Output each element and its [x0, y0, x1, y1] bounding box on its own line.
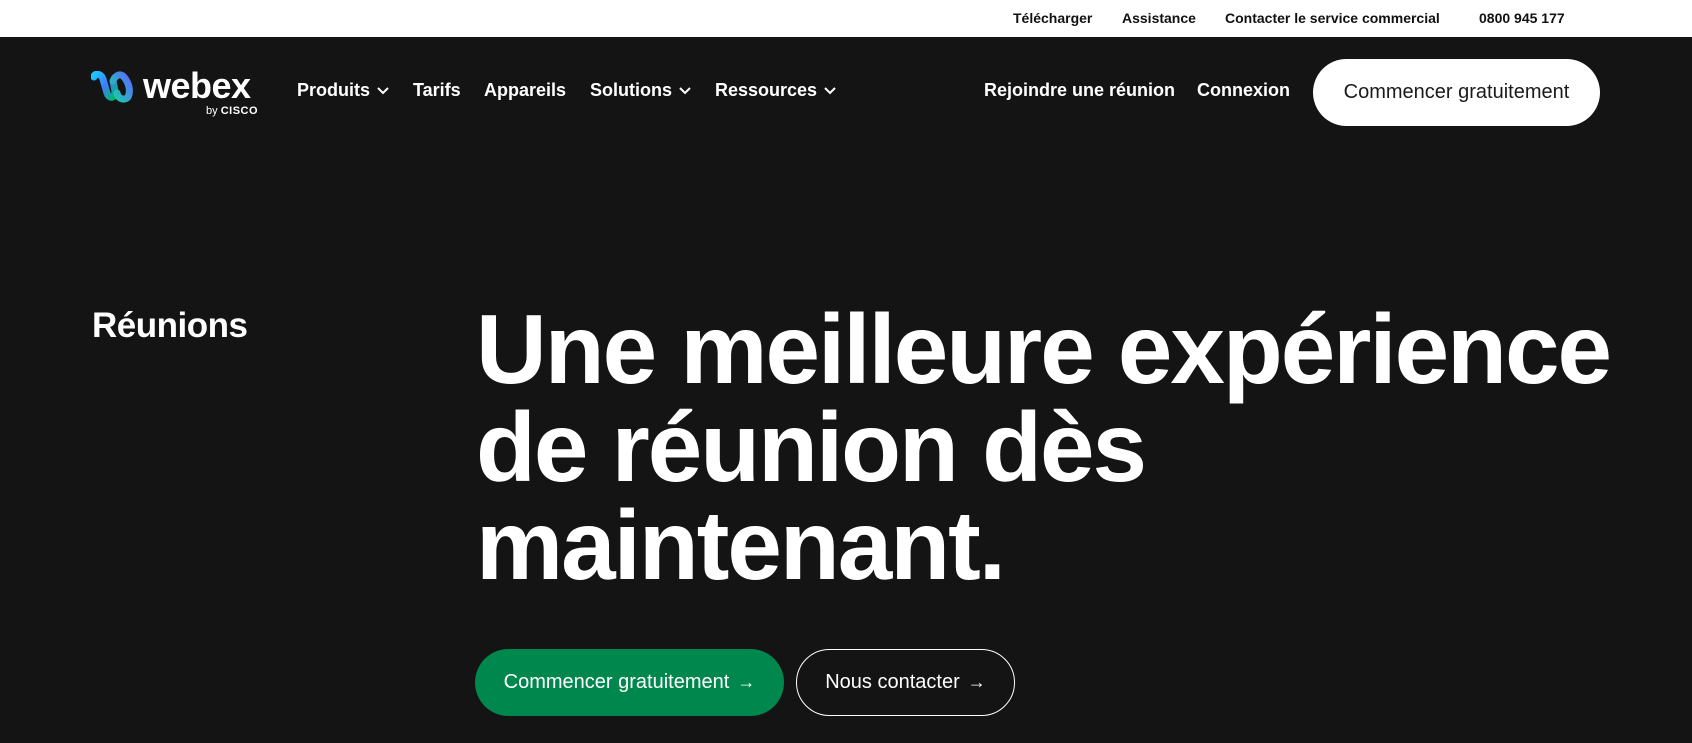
hero-headline: Une meilleure expérience de réunion dès … [476, 300, 1626, 594]
nav-item-produits[interactable]: Produits [297, 80, 390, 100]
hero-headline-line: de réunion dès [476, 392, 1147, 502]
utility-bar: Télécharger Assistance Contacter le serv… [0, 0, 1692, 37]
logo-wordmark: webex [143, 65, 251, 106]
nav-item-ressources[interactable]: Ressources [715, 80, 837, 100]
phone-link[interactable]: 0800 945 177 [1479, 10, 1565, 26]
nav-item-label: Solutions [590, 80, 672, 100]
nav-item-tarifs[interactable]: Tarifs [413, 80, 461, 100]
hero-start-free-label: Commencer gratuitement [503, 671, 730, 693]
nav-item-label: Appareils [484, 80, 567, 100]
contact-us-button[interactable]: Nous contacter → [796, 649, 1015, 716]
nav-item-label: Tarifs [413, 80, 461, 100]
contact-us-label: Nous contacter [825, 671, 960, 693]
hero-headline-line: maintenant. [476, 490, 1006, 600]
nav-item-label: Produits [297, 80, 371, 100]
logo-cisco: CISCO [220, 105, 259, 117]
start-free-button[interactable]: Commencer gratuitement [1313, 59, 1600, 126]
chevron-down-icon [824, 87, 836, 95]
nav-item-solutions[interactable]: Solutions [590, 80, 692, 100]
join-meeting-link[interactable]: Rejoindre une réunion [984, 80, 1175, 100]
nav-item-label: Ressources [715, 80, 818, 100]
download-link[interactable]: Télécharger [1013, 10, 1092, 26]
nav-item-appareils[interactable]: Appareils [484, 80, 566, 100]
logo-by-cisco: by CISCO [206, 105, 258, 117]
arrow-right-icon: → [737, 672, 756, 692]
chevron-down-icon [679, 87, 691, 95]
webex-logo-icon [91, 71, 133, 103]
support-link[interactable]: Assistance [1122, 10, 1196, 26]
login-link[interactable]: Connexion [1197, 80, 1290, 100]
contact-sales-link[interactable]: Contacter le service commercial [1225, 10, 1440, 26]
section-eyebrow: Réunions [92, 306, 248, 345]
hero-start-free-button[interactable]: Commencer gratuitement → [475, 649, 784, 716]
hero-headline-line: Une meilleure expérience [476, 294, 1612, 404]
arrow-right-icon: → [967, 672, 986, 692]
chevron-down-icon [377, 87, 389, 95]
webex-logo[interactable]: webex by CISCO [91, 65, 261, 120]
logo-by: by [206, 105, 218, 117]
